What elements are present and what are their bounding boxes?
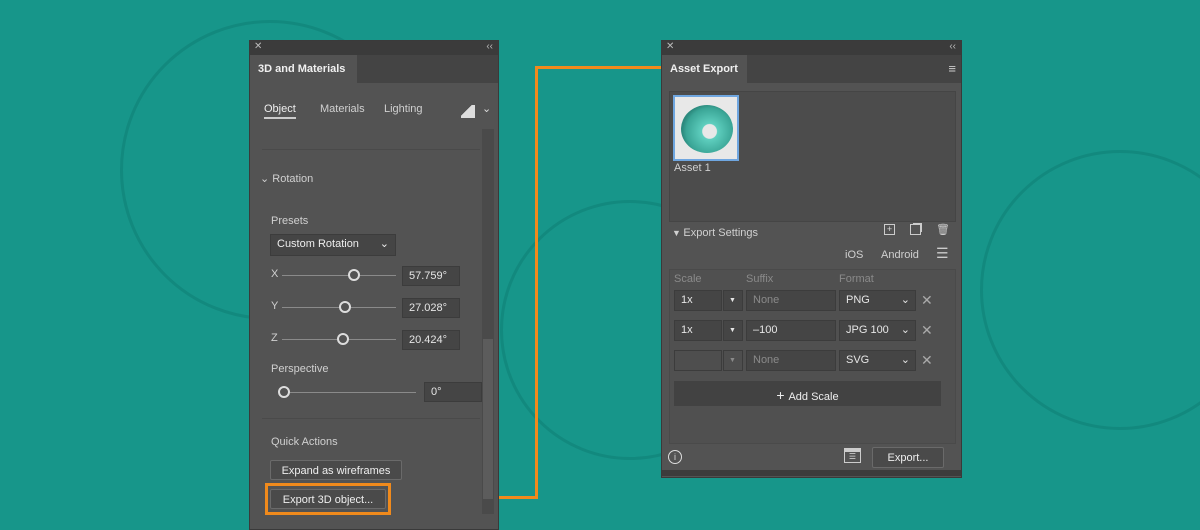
chevron-down-icon: ⌄ (900, 354, 910, 366)
duplicate-icon[interactable] (910, 224, 921, 235)
suffix-input[interactable]: None (746, 290, 836, 311)
remove-row-icon[interactable]: ✕ (921, 322, 933, 339)
chevron-down-icon: ⌄ (900, 324, 910, 336)
quick-actions-label: Quick Actions (271, 436, 338, 448)
assets-area: Asset 1 (669, 91, 956, 222)
torus-image (681, 105, 733, 153)
panel-tab-3d-materials[interactable]: 3D and Materials (250, 55, 357, 83)
expand-wireframes-button[interactable]: Expand as wireframes (270, 460, 402, 480)
connector-line (535, 66, 662, 69)
chevron-down-icon: ⌄ (260, 173, 273, 185)
info-icon[interactable]: i (668, 450, 682, 464)
scale-dropdown-button[interactable]: ▼ (723, 290, 743, 311)
android-preset[interactable]: Android (881, 249, 919, 261)
panel-tab-asset-export[interactable]: Asset Export (662, 55, 747, 83)
scale-dropdown-button: ▼ (723, 350, 743, 371)
scale-input (674, 350, 722, 371)
chevron-down-icon: ⌄ (379, 238, 389, 250)
presets-dropdown[interactable]: Custom Rotation ⌄ (270, 234, 396, 256)
render-icon[interactable] (461, 105, 475, 118)
3d-materials-panel: ✕ ‹‹ 3D and Materials Object Materials L… (249, 40, 499, 530)
close-icon[interactable]: ✕ (666, 41, 674, 52)
export-settings-icon[interactable]: ☰ (844, 448, 861, 463)
presets-label: Presets (271, 215, 309, 227)
export-3d-object-button[interactable]: Export 3D object... (270, 489, 386, 509)
remove-row-icon[interactable]: ✕ (921, 352, 933, 369)
format-dropdown[interactable]: SVG ⌄ (839, 350, 916, 371)
scale-input[interactable]: 1x (674, 290, 722, 311)
resize-handle[interactable] (662, 470, 961, 476)
panel-titlebar: ✕ ‹‹ (250, 41, 498, 55)
perspective-slider-knob[interactable] (278, 386, 290, 398)
remove-row-icon[interactable]: ✕ (921, 292, 933, 309)
export-settings-header[interactable]: ▼ Export Settings (672, 227, 758, 239)
trash-icon[interactable]: 🗑 (936, 223, 950, 236)
tab-lighting[interactable]: Lighting (384, 103, 423, 115)
add-asset-icon[interactable]: + (884, 224, 895, 235)
scrollbar-thumb[interactable] (483, 339, 493, 499)
ios-preset[interactable]: iOS (845, 249, 863, 261)
menu-icon[interactable]: ≡ (948, 61, 956, 76)
format-dropdown[interactable]: JPG 100 ⌄ (839, 320, 916, 341)
suffix-input[interactable]: –100 (746, 320, 836, 341)
x-slider-knob[interactable] (348, 269, 360, 281)
scale-header: Scale (674, 273, 702, 285)
add-scale-button[interactable]: + Add Scale (674, 381, 941, 406)
scale-dropdown-button[interactable]: ▼ (723, 320, 743, 341)
tab-object[interactable]: Object (264, 103, 296, 119)
perspective-slider[interactable] (280, 392, 416, 393)
panel-titlebar: ✕ ‹‹ (662, 41, 961, 55)
rotation-section-header[interactable]: ⌄ Rotation (260, 172, 313, 185)
scale-input[interactable]: 1x (674, 320, 722, 341)
divider (262, 418, 480, 419)
connector-line (535, 66, 538, 499)
perspective-value-input[interactable]: 0° (424, 382, 482, 402)
plus-icon: + (776, 387, 789, 403)
scrollbar[interactable] (482, 129, 494, 514)
y-slider-knob[interactable] (339, 301, 351, 313)
export-button[interactable]: Export... (872, 447, 944, 468)
suffix-input[interactable]: None (746, 350, 836, 371)
y-label: Y (271, 300, 279, 312)
z-value-input[interactable]: 20.424° (402, 330, 460, 350)
list-settings-icon[interactable]: ☰ (936, 245, 949, 262)
x-slider[interactable] (282, 275, 396, 276)
chevron-down-icon: ⌄ (900, 294, 910, 306)
divider (262, 149, 480, 150)
format-header: Format (839, 273, 874, 285)
format-dropdown[interactable]: PNG ⌄ (839, 290, 916, 311)
asset-thumbnail[interactable] (673, 95, 739, 161)
collapse-icon[interactable]: ‹‹ (949, 41, 956, 52)
z-slider-knob[interactable] (337, 333, 349, 345)
close-icon[interactable]: ✕ (254, 41, 262, 52)
background-vine-decoration (980, 150, 1200, 430)
suffix-header: Suffix (746, 273, 774, 285)
z-label: Z (271, 332, 278, 344)
y-value-input[interactable]: 27.028° (402, 298, 460, 318)
asset-name: Asset 1 (674, 162, 711, 174)
triangle-down-icon: ▼ (672, 228, 684, 238)
chevron-down-icon[interactable]: ⌄ (482, 102, 491, 115)
x-label: X (271, 268, 279, 280)
collapse-icon[interactable]: ‹‹ (486, 41, 493, 52)
tab-materials[interactable]: Materials (320, 103, 365, 115)
asset-export-panel: ✕ ‹‹ Asset Export ≡ Asset 1 ▼ Export Set… (661, 40, 962, 478)
x-value-input[interactable]: 57.759° (402, 266, 460, 286)
perspective-label: Perspective (271, 363, 329, 375)
